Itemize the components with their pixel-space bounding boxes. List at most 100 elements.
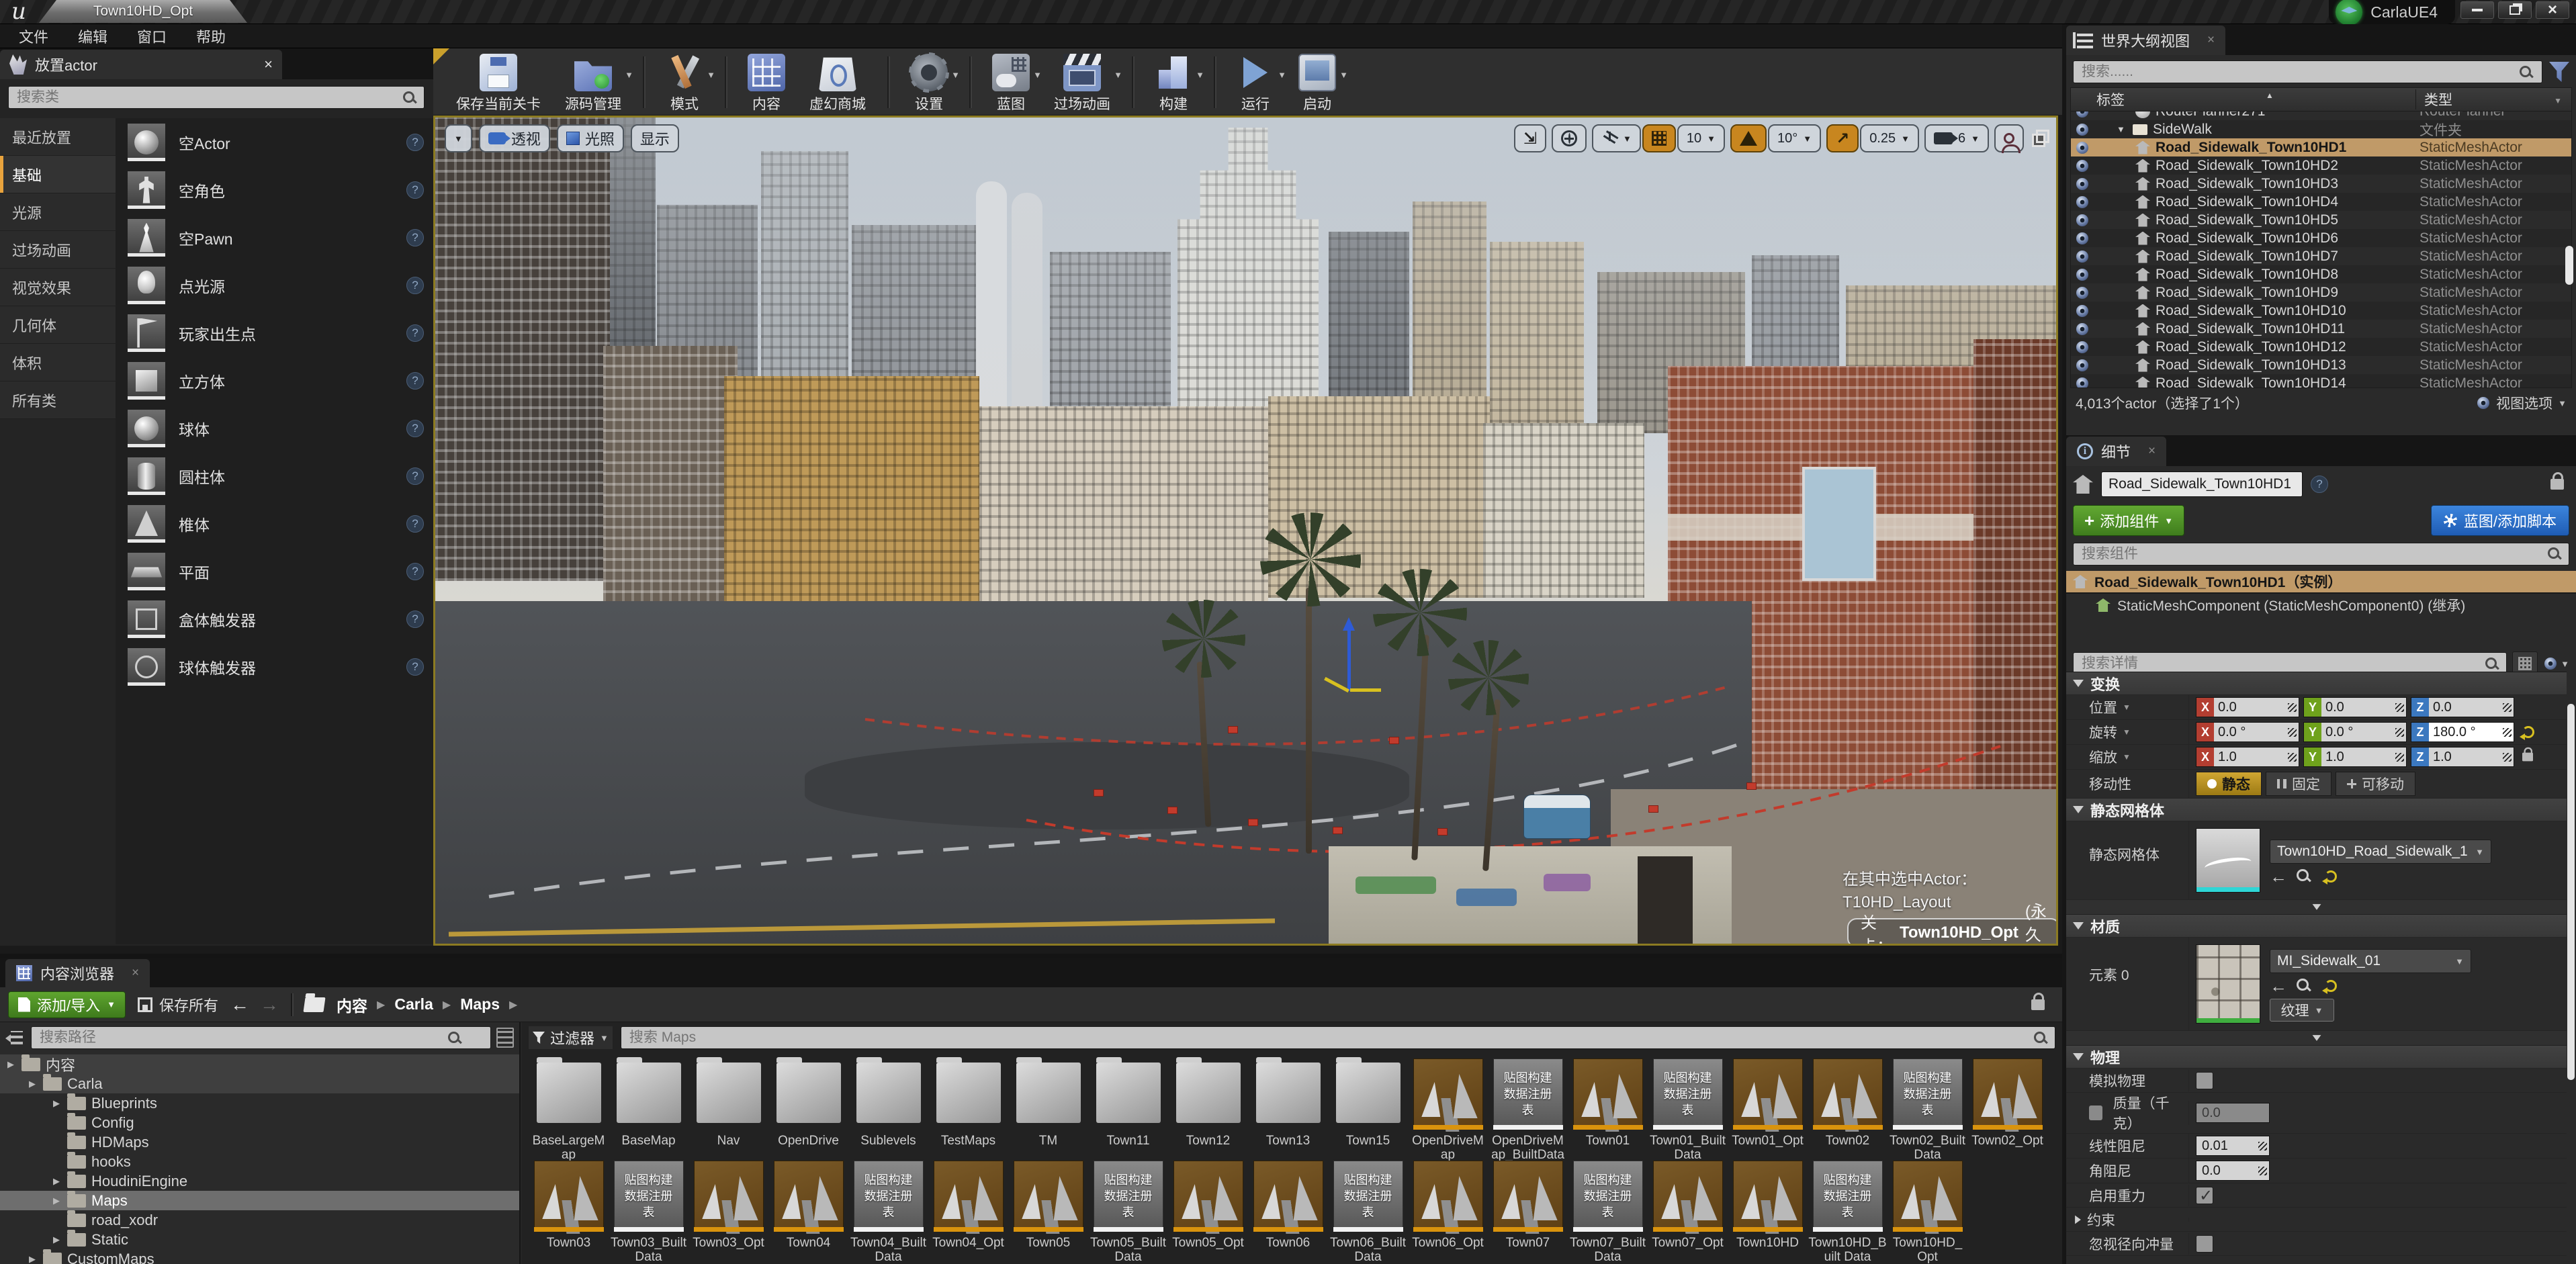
drag-spinner-icon[interactable] xyxy=(2288,703,2297,712)
outliner-row[interactable]: ▼ Road_Sidewalk_Town10HD10 StaticMeshAct… xyxy=(2071,302,2571,320)
lock-icon[interactable] xyxy=(2550,479,2564,490)
expand-arrow-icon[interactable]: ▼ xyxy=(2117,124,2127,134)
toolbar-button[interactable]: 蓝图 ▼ xyxy=(980,51,1042,114)
rotation-snap-value[interactable]: 10°▼ xyxy=(1768,124,1821,152)
help-icon[interactable]: ? xyxy=(406,420,424,437)
close-button[interactable]: × xyxy=(2536,1,2569,19)
sources-list-icon[interactable] xyxy=(496,1028,514,1048)
visibility-eye-icon[interactable] xyxy=(2076,359,2088,371)
minimize-button[interactable] xyxy=(2460,1,2494,19)
browse-icon[interactable] xyxy=(2297,979,2311,993)
visibility-eye-icon[interactable] xyxy=(2076,214,2088,226)
placeable-actor-item[interactable]: 空Pawn ? xyxy=(116,214,433,261)
folder-tree-item[interactable]: ▶ HoudiniEngine xyxy=(0,1171,519,1191)
asset-tile[interactable]: Town02 xyxy=(1808,1057,1887,1159)
browse-icon[interactable] xyxy=(2297,869,2311,884)
folder-tree-item[interactable]: ▶ Blueprints xyxy=(0,1093,519,1113)
placeable-actor-item[interactable]: 立方体 ? xyxy=(116,357,433,404)
toolbar-button[interactable]: 模式 ▼ xyxy=(654,51,715,114)
asset-tile[interactable]: Town01_Opt xyxy=(1728,1057,1808,1159)
category-item[interactable]: 所有类 xyxy=(0,381,116,419)
folder-tree-item[interactable]: ▶ Config xyxy=(0,1113,519,1132)
drag-spinner-icon[interactable] xyxy=(2395,753,2404,762)
outliner-row[interactable]: ▼ Road_Sidewalk_Town10HD6 StaticMeshActo… xyxy=(2071,229,2571,247)
asset-tile[interactable]: Town05_Opt xyxy=(1168,1159,1248,1261)
grid-snap-value[interactable]: 10▼ xyxy=(1677,124,1725,152)
reset-icon[interactable] xyxy=(2325,980,2337,992)
scale-snap-toggle[interactable]: ↗ xyxy=(1826,124,1859,152)
static-mesh-thumbnail[interactable] xyxy=(2196,828,2260,893)
advanced-expander[interactable] xyxy=(2066,1031,2567,1046)
folder-tree-item[interactable]: ▶ CustomMaps xyxy=(0,1249,519,1264)
drag-spinner-icon[interactable] xyxy=(2258,1167,2267,1175)
scale-y-field[interactable]: Y1.0 xyxy=(2303,747,2407,767)
asset-tile[interactable]: OpenDriveMap xyxy=(1408,1057,1488,1159)
rotation-z-field[interactable]: Z180.0 ° xyxy=(2411,722,2514,742)
folder-tree-item[interactable]: ▶ road_xodr xyxy=(0,1210,519,1230)
outliner-search-input[interactable] xyxy=(2073,60,2542,83)
outliner-row[interactable]: ▼ Road_Sidewalk_Town10HD12 StaticMeshAct… xyxy=(2071,338,2571,356)
world-coordinate-button[interactable] xyxy=(1552,124,1587,152)
view-options-button[interactable]: 视图选项 ▼ xyxy=(2476,393,2567,413)
location-x-field[interactable]: X0.0 xyxy=(2196,697,2299,717)
placeable-actor-item[interactable]: 球体触发器 ? xyxy=(116,643,433,690)
visibility-eye-icon[interactable] xyxy=(2076,111,2088,118)
add-component-button[interactable]: + 添加组件 ▼ xyxy=(2073,505,2184,536)
help-icon[interactable]: ? xyxy=(406,229,424,246)
outliner-scrollbar[interactable] xyxy=(2565,246,2573,285)
asset-tile[interactable]: Town03_Opt xyxy=(689,1159,768,1261)
folder-tree-item[interactable]: ▶ HDMaps xyxy=(0,1132,519,1152)
asset-tile[interactable]: 贴图构建数据注册表 Town03_Built Data xyxy=(609,1159,689,1261)
category-item[interactable]: 基础 xyxy=(0,156,116,193)
outliner-row[interactable]: ▼ Road_Sidewalk_Town10HD9 StaticMeshActo… xyxy=(2071,283,2571,302)
asset-tile[interactable]: Town07 xyxy=(1488,1159,1568,1261)
visibility-eye-icon[interactable] xyxy=(2076,268,2088,280)
visibility-eye-icon[interactable] xyxy=(2076,159,2088,171)
asset-tile[interactable]: Town05 xyxy=(1008,1159,1088,1261)
gizmo-z-axis[interactable] xyxy=(1347,629,1351,691)
dropdown-arrow-icon[interactable]: ▼ xyxy=(707,70,715,80)
placeable-actor-item[interactable]: 空角色 ? xyxy=(116,166,433,214)
asset-tile[interactable]: 贴图构建数据注册表 Town04_Built Data xyxy=(848,1159,928,1261)
viewport-options-button[interactable]: ▼ xyxy=(445,124,472,152)
placeable-actor-item[interactable]: 点光源 ? xyxy=(116,261,433,309)
mobility-option-button[interactable]: 静态 xyxy=(2196,772,2262,796)
show-button[interactable]: 显示 xyxy=(631,124,679,152)
dropdown-arrow-icon[interactable]: ▼ xyxy=(1033,70,1042,80)
help-icon[interactable]: ? xyxy=(406,277,424,294)
asset-tile[interactable]: TestMaps xyxy=(928,1057,1008,1159)
value-field[interactable]: 0.0 xyxy=(2196,1103,2270,1123)
asset-tile[interactable]: Town06 xyxy=(1248,1159,1328,1261)
rotation-snap-toggle[interactable] xyxy=(1730,124,1767,152)
section-physics[interactable]: 物理 xyxy=(2066,1046,2567,1069)
outliner-row[interactable]: ▼ Road_Sidewalk_Town10HD2 StaticMeshActo… xyxy=(2071,156,2571,175)
column-type[interactable]: 类型 xyxy=(2415,89,2571,109)
asset-tile[interactable]: Town15 xyxy=(1328,1057,1408,1159)
menu-item[interactable]: 文件 xyxy=(19,26,48,47)
asset-tile[interactable]: Town02_Opt xyxy=(1967,1057,2047,1159)
search-components-input[interactable] xyxy=(2073,543,2569,566)
asset-tile[interactable]: BaseMap xyxy=(609,1057,689,1159)
asset-tile[interactable]: Town01 xyxy=(1568,1057,1648,1159)
filters-button[interactable]: 过滤器 ▼ xyxy=(529,1026,613,1049)
breadcrumb-item[interactable]: Carla xyxy=(394,995,433,1013)
folder-tree-item[interactable]: ▶ 内容 xyxy=(0,1054,519,1074)
asset-tile[interactable]: Nav xyxy=(689,1057,768,1159)
details-scrollbar[interactable] xyxy=(2567,704,2575,1080)
tab-place-actors[interactable]: 放置actor × xyxy=(0,50,282,79)
search-paths-input[interactable] xyxy=(31,1026,491,1049)
drag-spinner-icon[interactable] xyxy=(2288,753,2297,762)
help-icon[interactable]: ? xyxy=(406,611,424,628)
outliner-row[interactable]: ▼ SideWalk 文件夹 xyxy=(2071,120,2571,138)
drag-spinner-icon[interactable] xyxy=(2503,703,2512,712)
visibility-eye-icon[interactable] xyxy=(2076,341,2088,353)
asset-tile[interactable]: Town11 xyxy=(1088,1057,1168,1159)
scale-tool-button[interactable]: ⇲ xyxy=(1514,124,1546,152)
help-icon[interactable]: ? xyxy=(406,324,424,342)
rotation-y-field[interactable]: Y0.0 ° xyxy=(2303,722,2407,742)
outliner-row[interactable]: ▼ Road_Sidewalk_Town10HD11 StaticMeshAct… xyxy=(2071,320,2571,338)
close-icon[interactable]: × xyxy=(2148,444,2156,459)
tab-details[interactable]: i 细节 × xyxy=(2066,437,2166,466)
help-icon[interactable]: ? xyxy=(406,658,424,676)
toolbar-button[interactable]: 运行 ▼ xyxy=(1225,51,1286,114)
